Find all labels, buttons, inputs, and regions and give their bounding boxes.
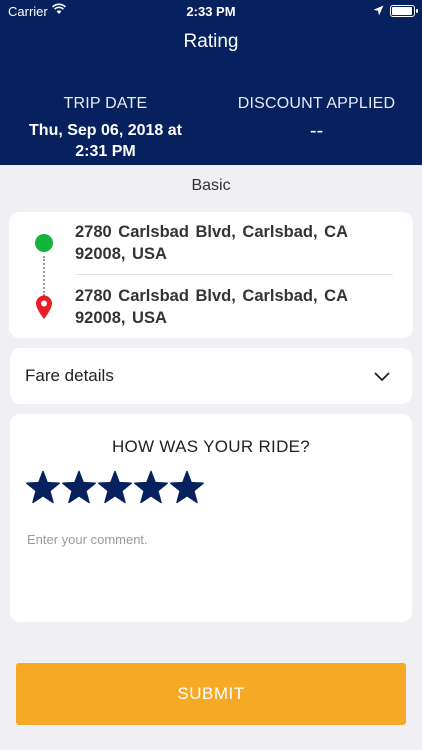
star-icon[interactable] bbox=[169, 470, 205, 506]
comment-input[interactable] bbox=[27, 532, 397, 612]
pickup-address-line1: 2780 Carlsbad Blvd, Carlsbad, CA bbox=[75, 223, 349, 241]
fare-details-label: Fare details bbox=[25, 366, 114, 385]
plan-name: Basic bbox=[191, 177, 231, 194]
pickup-pin-icon bbox=[35, 234, 53, 252]
star-icon[interactable] bbox=[97, 470, 133, 506]
chevron-down-icon[interactable] bbox=[374, 369, 390, 387]
status-time: 2:33 PM bbox=[186, 4, 236, 19]
dropoff-address-line2: 92008, USA bbox=[75, 309, 167, 327]
dropoff-pin-icon bbox=[34, 294, 54, 325]
fare-details-toggle[interactable]: Fare details bbox=[10, 348, 412, 404]
star-icon[interactable] bbox=[133, 470, 169, 506]
rating-title: HOW WAS YOUR RIDE? bbox=[111, 437, 311, 456]
dropoff-address-line1: 2780 Carlsbad Blvd, Carlsbad, CA bbox=[75, 287, 349, 305]
star-icon[interactable] bbox=[61, 470, 97, 506]
star-icon[interactable] bbox=[25, 470, 61, 506]
trip-date-line1: Thu, Sep 06, 2018 at bbox=[29, 122, 182, 139]
pickup-address: 2780 Carlsbad Blvd, Carlsbad, CA 92008, … bbox=[75, 221, 385, 265]
route-card: 2780 Carlsbad Blvd, Carlsbad, CA 92008, … bbox=[9, 212, 413, 338]
route-connector bbox=[43, 256, 45, 296]
trip-date-label: TRIP DATE bbox=[63, 95, 148, 112]
trip-date-value: Thu, Sep 06, 2018 at 2:31 PM bbox=[0, 120, 211, 162]
trip-date-section: TRIP DATE Thu, Sep 06, 2018 at 2:31 PM bbox=[0, 95, 211, 162]
discount-label: DISCOUNT APPLIED bbox=[237, 95, 396, 112]
location-arrow-icon bbox=[373, 4, 384, 19]
rating-card: HOW WAS YOUR RIDE? bbox=[10, 414, 412, 622]
discount-value: -- bbox=[309, 120, 324, 142]
trip-date-line2: 2:31 PM bbox=[75, 143, 136, 160]
battery-icon bbox=[390, 5, 418, 17]
pickup-address-line2: 92008, USA bbox=[75, 245, 167, 263]
battery-level bbox=[392, 7, 412, 15]
submit-button[interactable]: SUBMIT bbox=[16, 663, 406, 725]
status-bar: Carrier 2:33 PM bbox=[0, 0, 422, 22]
dropoff-address: 2780 Carlsbad Blvd, Carlsbad, CA 92008, … bbox=[75, 285, 385, 329]
discount-section: DISCOUNT APPLIED -- bbox=[211, 95, 422, 142]
route-divider bbox=[75, 274, 393, 275]
header: Carrier 2:33 PM Rating TRIP DATE Thu, Se… bbox=[0, 0, 422, 165]
page-title: Rating bbox=[183, 31, 239, 52]
